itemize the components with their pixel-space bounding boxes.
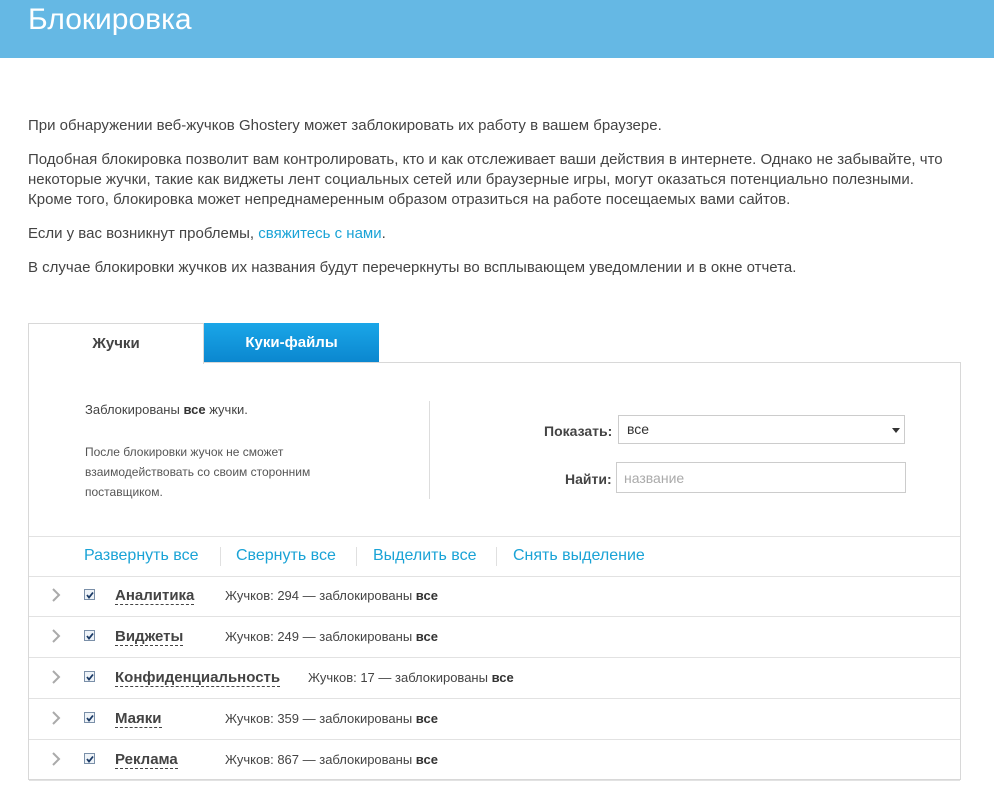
blocking-panel: Жучки Куки-файлы Заблокированы все жучки…: [28, 323, 961, 781]
deselect-all-button[interactable]: Снять выделение: [513, 547, 645, 565]
category-name[interactable]: Аналитика: [115, 587, 195, 605]
category-checkbox[interactable]: [84, 712, 95, 723]
tab-content: Заблокированы все жучки. После блокировк…: [28, 362, 961, 781]
category-info-text: Жучков: 17 — заблокированы: [308, 670, 492, 685]
category-info-bold: все: [491, 670, 514, 685]
category-name[interactable]: Виджеты: [115, 628, 184, 646]
category-info: Жучков: 249 — заблокированы все: [225, 629, 438, 644]
category-info-bold: все: [415, 629, 438, 644]
show-select-value: все: [627, 421, 650, 437]
tab-cookies[interactable]: Куки-файлы: [204, 323, 379, 362]
category-info-text: Жучков: 249 — заблокированы: [225, 629, 416, 644]
category-checkbox[interactable]: [84, 753, 95, 764]
chevron-right-icon[interactable]: [51, 711, 61, 725]
chevron-right-icon[interactable]: [51, 588, 61, 602]
intro-p3-prefix: Если у вас возникнут проблемы,: [28, 225, 259, 242]
action-separator: [496, 547, 497, 566]
category-name[interactable]: Конфиденциальность: [115, 669, 281, 687]
block-note: После блокировки жучок не сможет взаимод…: [85, 445, 311, 499]
vertical-divider: [429, 401, 430, 499]
category-info: Жучков: 294 — заблокированы все: [225, 588, 438, 603]
category-name[interactable]: Маяки: [115, 710, 162, 728]
intro-paragraph-1: При обнаружении веб-жучков Ghostery може…: [28, 117, 662, 134]
category-info-text: Жучков: 867 — заблокированы: [225, 752, 416, 767]
expand-all-button[interactable]: Развернуть все: [84, 547, 198, 565]
category-checkbox[interactable]: [84, 630, 95, 641]
category-info: Жучков: 867 — заблокированы все: [225, 752, 438, 767]
category-row: Виджеты Жучков: 249 — заблокированы все: [29, 617, 960, 658]
intro-paragraph-3: Если у вас возникнут проблемы, свяжитесь…: [28, 224, 948, 244]
action-separator: [356, 547, 357, 566]
category-info-bold: все: [415, 752, 438, 767]
category-row: Аналитика Жучков: 294 — заблокированы вс…: [29, 576, 960, 617]
find-label: Найти:: [565, 471, 612, 487]
intro-text: При обнаружении веб-жучков Ghostery може…: [28, 116, 948, 292]
show-label: Показать:: [544, 423, 613, 439]
category-checkbox[interactable]: [84, 589, 95, 600]
tab-bugs[interactable]: Жучки: [28, 323, 204, 364]
category-info: Жучков: 359 — заблокированы все: [225, 711, 438, 726]
chevron-right-icon[interactable]: [51, 752, 61, 766]
chevron-right-icon[interactable]: [51, 629, 61, 643]
category-info-text: Жучков: 359 — заблокированы: [225, 711, 416, 726]
block-status-prefix: Заблокированы: [85, 402, 184, 417]
page-title: Блокировка: [28, 3, 192, 36]
category-name[interactable]: Реклама: [115, 751, 178, 769]
category-info-bold: все: [415, 588, 438, 603]
category-info-bold: все: [415, 711, 438, 726]
category-row: Конфиденциальность Жучков: 17 — заблокир…: [29, 658, 960, 699]
show-select[interactable]: все: [618, 415, 905, 444]
intro-p3-suffix: .: [381, 225, 386, 242]
contact-us-link[interactable]: свяжитесь с нами: [258, 225, 381, 242]
chevron-down-icon: [892, 428, 900, 433]
page-header: Блокировка: [0, 0, 994, 58]
category-info-text: Жучков: 294 — заблокированы: [225, 588, 416, 603]
select-all-button[interactable]: Выделить все: [373, 547, 476, 565]
block-status-bold: все: [183, 402, 206, 417]
actions-bar: Развернуть все Свернуть все Выделить все…: [29, 536, 960, 577]
collapse-all-button[interactable]: Свернуть все: [236, 547, 336, 565]
category-row: Реклама Жучков: 867 — заблокированы все: [29, 740, 960, 781]
find-input[interactable]: [616, 462, 906, 493]
category-info: Жучков: 17 — заблокированы все: [308, 670, 514, 685]
block-status: Заблокированы все жучки.: [85, 402, 248, 417]
action-separator: [220, 547, 221, 566]
intro-paragraph-4: В случае блокировки жучков их названия б…: [28, 259, 797, 276]
block-status-suffix: жучки.: [205, 402, 248, 417]
category-checkbox[interactable]: [84, 671, 95, 682]
intro-paragraph-2: Подобная блокировка позволит вам контрол…: [28, 151, 943, 208]
category-row: Маяки Жучков: 359 — заблокированы все: [29, 699, 960, 740]
chevron-right-icon[interactable]: [51, 670, 61, 684]
